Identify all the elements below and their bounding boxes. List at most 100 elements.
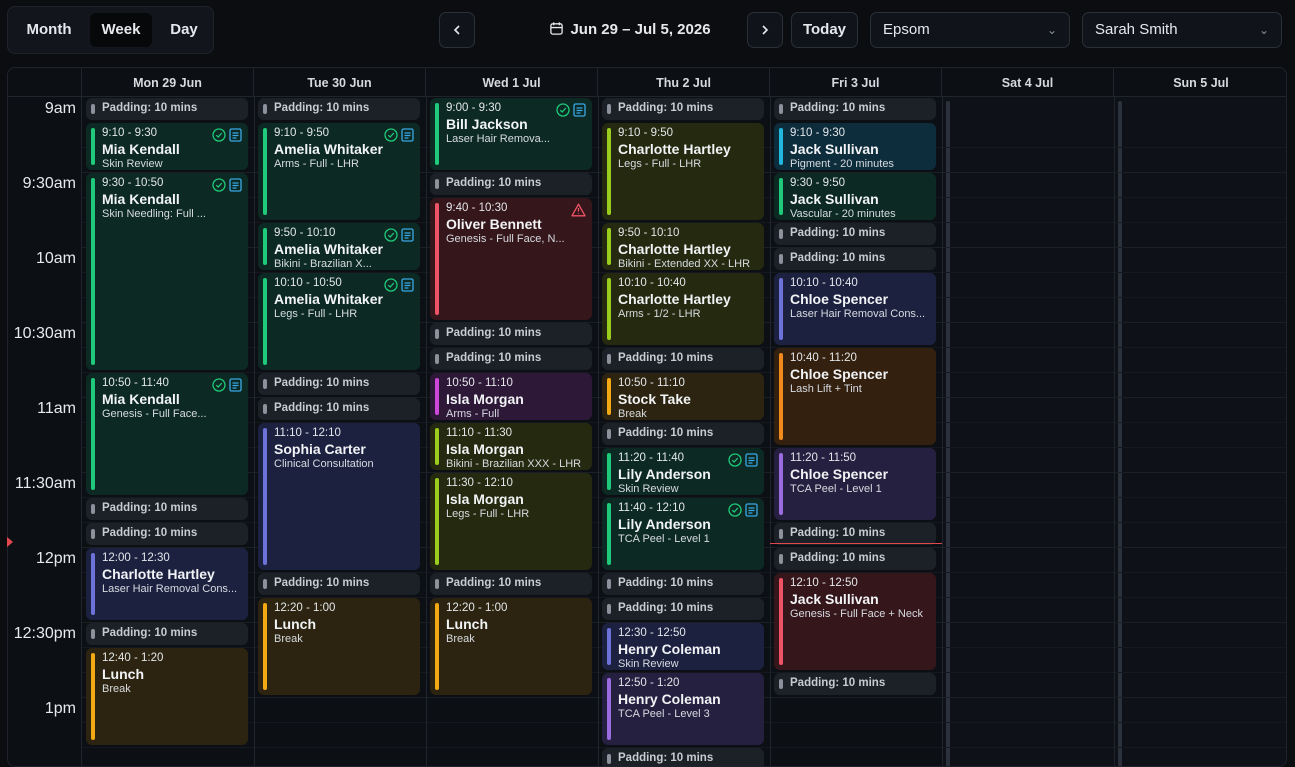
appointment-card[interactable]: 9:10 - 9:30 Jack Sullivan Pigment - 20 min… [774, 123, 936, 170]
padding-block[interactable]: Padding: 10 mins [258, 98, 420, 120]
location-value: Epsom [883, 21, 930, 38]
break-card[interactable]: 12:20 - 1:00 Lunch Break [430, 598, 592, 695]
calendar-icon [550, 22, 564, 35]
date-range-label: Jun 29 – Jul 5, 2026 [570, 21, 711, 38]
appointment-card[interactable]: 12:10 - 12:50 Jack Sullivan Genesis - Full… [774, 573, 936, 670]
appointment-card[interactable]: 12:30 - 12:50 Henry Coleman Skin Review [602, 623, 764, 670]
check-circle-icon [212, 128, 226, 142]
break-card[interactable]: 12:40 - 1:20 Lunch Break [86, 648, 248, 745]
appointment-card[interactable]: 9:40 - 10:30 Oliver Bennett Genesis - Full… [430, 198, 592, 320]
time-label: 11am [37, 400, 76, 417]
chevron-left-icon [453, 25, 460, 35]
time-gutter: 9am 9:30am 10am 10:30am 11am 11:30am 12p… [8, 97, 82, 766]
time-label: 10am [35, 250, 76, 267]
next-week-button[interactable] [747, 12, 783, 48]
appointment-card[interactable]: 10:10 - 10:40 Charlotte Hartley Arms - 1/2… [602, 273, 764, 345]
time-label: 10:30am [13, 325, 76, 342]
view-day-button[interactable]: Day [158, 13, 210, 47]
time-label: 9:30am [22, 175, 76, 192]
notes-icon [401, 128, 414, 142]
staff-select[interactable]: Sarah Smith ⌄ [1082, 12, 1282, 48]
padding-block[interactable]: Padding: 10 mins [602, 98, 764, 120]
location-select[interactable]: Epsom ⌄ [870, 12, 1070, 48]
notes-icon [229, 178, 242, 192]
notes-icon [401, 278, 414, 292]
padding-block[interactable]: Padding: 10 mins [774, 223, 936, 245]
day-header-fri: Fri 3 Jul [770, 68, 942, 97]
appointment-card[interactable]: 9:50 - 10:10 Charlotte Hartley Bikini - Ex… [602, 223, 764, 270]
day-header-sun: Sun 5 Jul [1114, 68, 1286, 97]
padding-block[interactable]: Padding: 10 mins [86, 523, 248, 545]
view-month-button[interactable]: Month [16, 13, 82, 47]
break-card[interactable]: 12:20 - 1:00 Lunch Break [258, 598, 420, 695]
padding-block[interactable]: Padding: 10 mins [774, 548, 936, 570]
check-circle-icon [384, 278, 398, 292]
time-label: 9am [44, 100, 76, 117]
grid-corner [8, 68, 82, 97]
appointment-card[interactable]: 9:50 - 10:10 Amelia Whitaker Bikini - Braz… [258, 223, 420, 270]
check-circle-icon [728, 503, 742, 517]
current-time-line [770, 543, 942, 544]
padding-block[interactable]: Padding: 10 mins [602, 423, 764, 445]
appointment-card[interactable]: 10:10 - 10:50 Amelia Whitaker Legs - Full … [258, 273, 420, 370]
appointment-card[interactable]: 9:10 - 9:50 Charlotte Hartley Legs - Full … [602, 123, 764, 220]
prev-week-button[interactable] [439, 12, 475, 48]
appointment-card[interactable]: 12:50 - 1:20 Henry Coleman TCA Peel - Leve… [602, 673, 764, 745]
padding-block[interactable]: Padding: 10 mins [602, 348, 764, 370]
padding-block[interactable]: Padding: 10 mins [774, 523, 936, 545]
time-label: 1pm [44, 700, 76, 717]
padding-block[interactable]: Padding: 10 mins [258, 398, 420, 420]
padding-block[interactable]: Padding: 10 mins [86, 623, 248, 645]
padding-block[interactable]: Padding: 10 mins [430, 323, 592, 345]
chevron-right-icon [762, 25, 769, 35]
view-toggle: Month Week Day [7, 6, 214, 54]
staff-value: Sarah Smith [1095, 21, 1178, 38]
day-header-tue: Tue 30 Jun [254, 68, 426, 97]
appointment-card[interactable]: 10:50 - 11:10 Isla Morgan Arms - Full [430, 373, 592, 420]
week-grid: Mon 29 Jun Tue 30 Jun Wed 1 Jul Thu 2 Ju… [7, 67, 1287, 767]
notes-icon [229, 128, 242, 142]
appointment-card[interactable]: 9:10 - 9:30 Mia Kendall Skin Review [86, 123, 248, 170]
check-circle-icon [212, 178, 226, 192]
warning-icon [571, 203, 586, 217]
padding-block[interactable]: Padding: 10 mins [774, 98, 936, 120]
time-label: 12pm [35, 550, 76, 567]
day-header-thu: Thu 2 Jul [598, 68, 770, 97]
appointment-card[interactable]: 11:20 - 11:40 Lily Anderson Skin Review [602, 448, 764, 495]
break-card[interactable]: 10:50 - 11:10 Stock Take Break [602, 373, 764, 420]
padding-block[interactable]: Padding: 10 mins [602, 598, 764, 620]
appointment-card[interactable]: 11:30 - 12:10 Isla Morgan Legs - Full - LH… [430, 473, 592, 570]
sun-column-bar [1118, 101, 1122, 766]
appointment-card[interactable]: 9:00 - 9:30 Bill Jackson Laser Hair Remova… [430, 98, 592, 170]
padding-block[interactable]: Padding: 10 mins [602, 748, 764, 766]
padding-block[interactable]: Padding: 10 mins [430, 573, 592, 595]
appointment-card[interactable]: 12:00 - 12:30 Charlotte Hartley Laser Hair… [86, 548, 248, 620]
appointment-card[interactable]: 9:30 - 9:50 Jack Sullivan Vascular - 20 mi… [774, 173, 936, 220]
appointment-card[interactable]: 10:50 - 11:40 Mia Kendall Genesis - Full F… [86, 373, 248, 495]
appointment-card[interactable]: 11:40 - 12:10 Lily Anderson TCA Peel - Lev… [602, 498, 764, 570]
today-button[interactable]: Today [791, 12, 858, 48]
check-circle-icon [556, 103, 570, 117]
appointment-card[interactable]: 10:40 - 11:20 Chloe Spencer Lash Lift + Ti… [774, 348, 936, 445]
appointment-card[interactable]: 9:10 - 9:50 Amelia Whitaker Arms - Full - … [258, 123, 420, 220]
padding-block[interactable]: Padding: 10 mins [258, 573, 420, 595]
padding-block[interactable]: Padding: 10 mins [774, 248, 936, 270]
padding-block[interactable]: Padding: 10 mins [430, 173, 592, 195]
padding-block[interactable]: Padding: 10 mins [258, 373, 420, 395]
date-range-picker[interactable]: Jun 29 – Jul 5, 2026 [520, 12, 740, 48]
appointment-card[interactable]: 10:10 - 10:40 Chloe Spencer Laser Hair Rem… [774, 273, 936, 345]
view-week-button[interactable]: Week [90, 13, 152, 47]
padding-block[interactable]: Padding: 10 mins [86, 498, 248, 520]
appointment-card[interactable]: 9:30 - 10:50 Mia Kendall Skin Needling: Fu… [86, 173, 248, 370]
appointment-card[interactable]: 11:20 - 11:50 Chloe Spencer TCA Peel - Lev… [774, 448, 936, 520]
padding-block[interactable]: Padding: 10 mins [86, 98, 248, 120]
padding-block[interactable]: Padding: 10 mins [602, 573, 764, 595]
appointment-card[interactable]: 11:10 - 11:30 Isla Morgan Bikini - Brazili… [430, 423, 592, 470]
padding-block[interactable]: Padding: 10 mins [430, 348, 592, 370]
padding-block[interactable]: Padding: 10 mins [774, 673, 936, 695]
appointment-card[interactable]: 11:10 - 12:10 Sophia Carter Clinical Consu… [258, 423, 420, 570]
notes-icon [573, 103, 586, 117]
time-label: 11:30am [14, 475, 76, 492]
sat-column-bar [946, 101, 950, 766]
current-time-marker [7, 537, 13, 547]
